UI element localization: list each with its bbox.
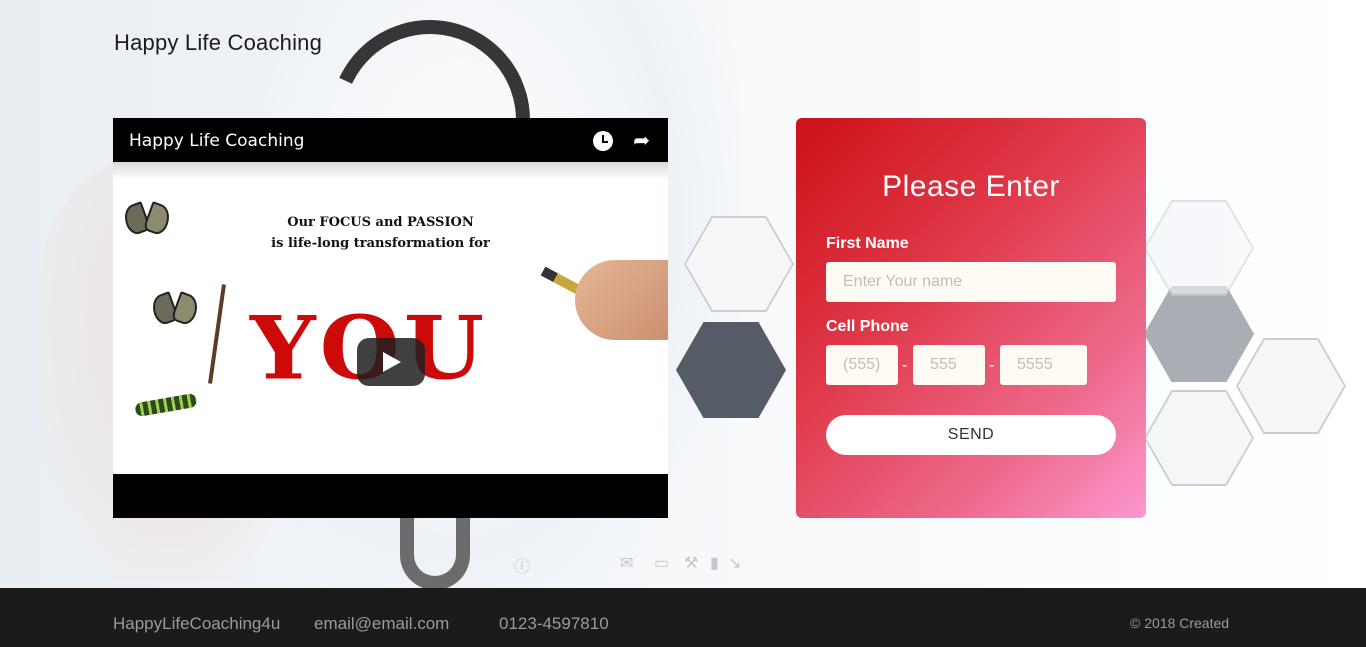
writing-hand-image [575,260,668,340]
video-top-bar: Happy Life Coaching ➦ [113,118,668,162]
phone-icon: ▮ [710,555,719,572]
first-name-label: First Name [826,235,909,252]
form-heading: Please Enter [882,170,1060,203]
send-button[interactable]: SEND [826,415,1116,455]
video-thumbnail[interactable]: Our FOCUS and PASSION is life-long trans… [113,162,668,474]
video-bottom-bar [113,474,668,518]
phone-area-code-input[interactable] [826,345,898,385]
phone-line-input[interactable] [1000,345,1087,385]
lead-form: Please Enter First Name Cell Phone - - S… [796,118,1146,518]
thumbnail-caption-line2: is life-long transformation for [271,236,490,251]
first-name-input[interactable] [826,262,1116,302]
play-icon[interactable] [357,338,425,386]
footer-phone[interactable]: 0123-4597810 [499,614,609,634]
decorative-hex-icon [1144,200,1254,296]
thumbnail-caption-line1: Our FOCUS and PASSION [287,215,474,230]
twig-icon [208,284,226,384]
video-player[interactable]: Happy Life Coaching ➦ Our FOCUS and PASS… [113,118,668,518]
phone-separator: - [902,357,908,374]
phone-prefix-input[interactable] [913,345,985,385]
watch-later-icon[interactable] [593,131,613,151]
test-tubes-hex-icon [1144,390,1254,486]
microscope-hex-icon [1236,338,1346,434]
footer-site-name[interactable]: HappyLifeCoaching4u [113,614,280,634]
caterpillar-icon [134,392,198,418]
footer-copyright: © 2018 Created [1130,615,1230,631]
thumbnail-caption: Our FOCUS and PASSION is life-long trans… [113,212,668,254]
tools-icon: ⚒ [684,555,699,572]
site-brand[interactable]: Happy Life Coaching [114,30,322,56]
phone-separator: - [989,357,995,374]
info-icon: ⓘ [514,559,531,576]
monitor-icon: ▭ [654,555,670,572]
mail-icon: ✉ [620,555,634,572]
pill-hex-icon [1144,286,1254,382]
share-icon[interactable]: ➦ [633,130,650,150]
butterfly-icon [148,291,202,334]
video-title[interactable]: Happy Life Coaching [129,131,304,151]
footer: HappyLifeCoaching4u email@email.com 0123… [0,588,1366,647]
footer-email[interactable]: email@email.com [314,614,449,634]
cell-phone-label: Cell Phone [826,318,909,335]
tube-icon: ↘ [728,555,742,572]
